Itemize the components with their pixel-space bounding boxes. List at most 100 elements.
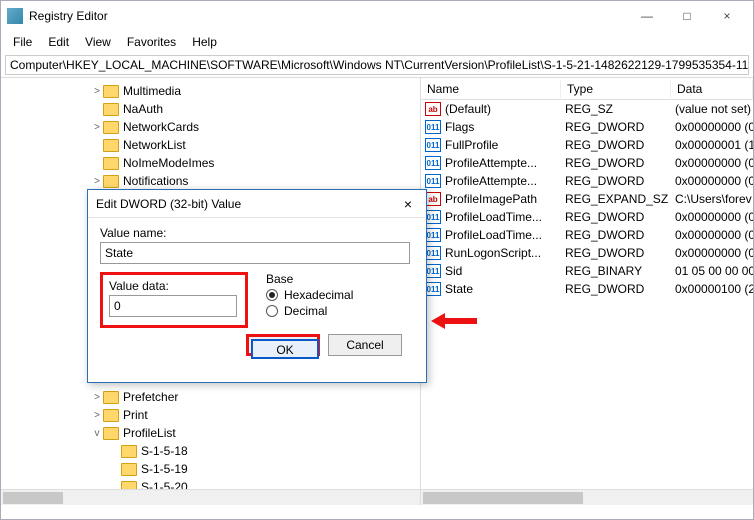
tree-label: Prefetcher (123, 390, 178, 404)
string-icon: ab (425, 102, 441, 116)
twisty-icon[interactable]: > (91, 176, 103, 187)
menu-view[interactable]: View (77, 33, 119, 51)
tree-node[interactable]: > Prefetcher (1, 388, 420, 406)
list-hscroll[interactable] (421, 489, 753, 505)
value-type: REG_EXPAND_SZ (561, 192, 671, 206)
value-name: ProfileImagePath (445, 192, 537, 206)
folder-icon (103, 175, 119, 188)
dword-icon: 011 (425, 264, 441, 278)
value-type: REG_DWORD (561, 120, 671, 134)
list-row[interactable]: abProfileImagePathREG_EXPAND_SZC:\Users\… (421, 190, 753, 208)
value-data: C:\Users\forev (671, 192, 753, 206)
edit-dword-dialog: Edit DWORD (32-bit) Value × Value name: … (87, 189, 427, 383)
maximize-button[interactable]: □ (667, 2, 707, 30)
tree-node[interactable]: >Multimedia (1, 82, 420, 100)
list-row[interactable]: ab(Default)REG_SZ(value not set) (421, 100, 753, 118)
menu-bar: File Edit View Favorites Help (1, 31, 753, 53)
tree-label: ProfileList (123, 426, 176, 440)
dword-icon: 011 (425, 282, 441, 296)
dword-icon: 011 (425, 120, 441, 134)
value-name: ProfileAttempte... (445, 174, 537, 188)
minimize-button[interactable]: — (627, 2, 667, 30)
tree-node[interactable]: NetworkList (1, 136, 420, 154)
list-row[interactable]: 011SidREG_BINARY01 05 00 00 00 (421, 262, 753, 280)
list-row[interactable]: 011 State REG_DWORD0x00000100 (25 (421, 280, 753, 298)
dword-icon: 011 (425, 246, 441, 260)
twisty-icon[interactable]: > (91, 122, 103, 133)
close-button[interactable]: × (707, 2, 747, 30)
menu-file[interactable]: File (5, 33, 40, 51)
value-data: 0x00000000 (0) (671, 228, 753, 242)
tree-node[interactable]: NaAuth (1, 100, 420, 118)
menu-favorites[interactable]: Favorites (119, 33, 184, 51)
folder-icon (103, 409, 119, 422)
value-data: 0x00000100 (25 (671, 282, 753, 296)
ok-button[interactable]: OK (251, 339, 319, 359)
value-name: ProfileAttempte... (445, 156, 537, 170)
value-name: ProfileLoadTime... (445, 210, 542, 224)
radio-decimal[interactable]: Decimal (266, 304, 353, 318)
col-type[interactable]: Type (561, 80, 671, 98)
annotation-arrow-icon (431, 313, 477, 332)
twisty-icon[interactable]: > (91, 410, 103, 421)
value-data-input[interactable] (109, 295, 237, 317)
tree-node[interactable]: S-1-5-18 (1, 442, 420, 460)
tree-node[interactable]: v ProfileList (1, 424, 420, 442)
tree-hscroll[interactable] (1, 489, 420, 505)
dword-icon: 011 (425, 228, 441, 242)
tree-node[interactable]: >Notifications (1, 172, 420, 190)
value-data: 01 05 00 00 00 (671, 264, 753, 278)
list-row[interactable]: 011ProfileAttempte...REG_DWORD0x00000000… (421, 154, 753, 172)
address-bar[interactable]: Computer\HKEY_LOCAL_MACHINE\SOFTWARE\Mic… (5, 55, 749, 75)
dec-label: Decimal (284, 304, 327, 318)
dword-icon: 011 (425, 174, 441, 188)
list-row[interactable]: 011FlagsREG_DWORD0x00000000 (0) (421, 118, 753, 136)
value-name: RunLogonScript... (445, 246, 541, 260)
dialog-titlebar: Edit DWORD (32-bit) Value × (88, 190, 426, 218)
tree-node[interactable]: S-1-5-19 (1, 460, 420, 478)
value-type: REG_DWORD (561, 156, 671, 170)
value-name: State (445, 282, 473, 296)
folder-icon (103, 391, 119, 404)
tree-label: S-1-5-19 (141, 462, 188, 476)
value-type: REG_DWORD (561, 210, 671, 224)
list-row[interactable]: 011ProfileLoadTime...REG_DWORD0x00000000… (421, 208, 753, 226)
list-pane[interactable]: Name Type Data ab(Default)REG_SZ(value n… (421, 78, 753, 505)
regedit-icon (7, 8, 23, 24)
tree-node[interactable]: >Print (1, 406, 420, 424)
col-data[interactable]: Data (671, 80, 753, 98)
dialog-close-button[interactable]: × (398, 196, 418, 212)
twisty-icon[interactable]: > (91, 392, 103, 403)
value-data: 0x00000000 (0) (671, 246, 753, 260)
list-row[interactable]: 011ProfileAttempte...REG_DWORD0x00000000… (421, 172, 753, 190)
window-title: Registry Editor (29, 9, 627, 23)
twisty-icon[interactable]: v (91, 428, 103, 439)
value-data: 0x00000000 (0) (671, 120, 753, 134)
value-name-input[interactable] (100, 242, 410, 264)
list-row[interactable]: 011RunLogonScript...REG_DWORD0x00000000 … (421, 244, 753, 262)
menu-help[interactable]: Help (184, 33, 225, 51)
list-row[interactable]: 011ProfileLoadTime...REG_DWORD0x00000000… (421, 226, 753, 244)
value-name: ProfileLoadTime... (445, 228, 542, 242)
radio-hexadecimal[interactable]: Hexadecimal (266, 288, 353, 302)
tree-node[interactable]: NoImeModeImes (1, 154, 420, 172)
tree-label: S-1-5-18 (141, 444, 188, 458)
ok-highlight: OK (246, 334, 320, 356)
tree-label: NaAuth (123, 102, 163, 116)
twisty-icon[interactable]: > (91, 86, 103, 97)
folder-icon (103, 121, 119, 134)
tree-node[interactable]: >NetworkCards (1, 118, 420, 136)
col-name[interactable]: Name (421, 80, 561, 98)
base-label: Base (266, 272, 353, 286)
tree-label: NetworkList (123, 138, 186, 152)
dword-icon: 011 (425, 156, 441, 170)
tree-label: NoImeModeImes (123, 156, 214, 170)
dword-icon: 011 (425, 138, 441, 152)
value-type: REG_DWORD (561, 282, 671, 296)
title-bar: Registry Editor — □ × (1, 1, 753, 31)
cancel-button[interactable]: Cancel (328, 334, 402, 356)
list-row[interactable]: 011FullProfileREG_DWORD0x00000001 (1) (421, 136, 753, 154)
folder-icon (103, 157, 119, 170)
menu-edit[interactable]: Edit (40, 33, 77, 51)
value-data: 0x00000000 (0) (671, 210, 753, 224)
